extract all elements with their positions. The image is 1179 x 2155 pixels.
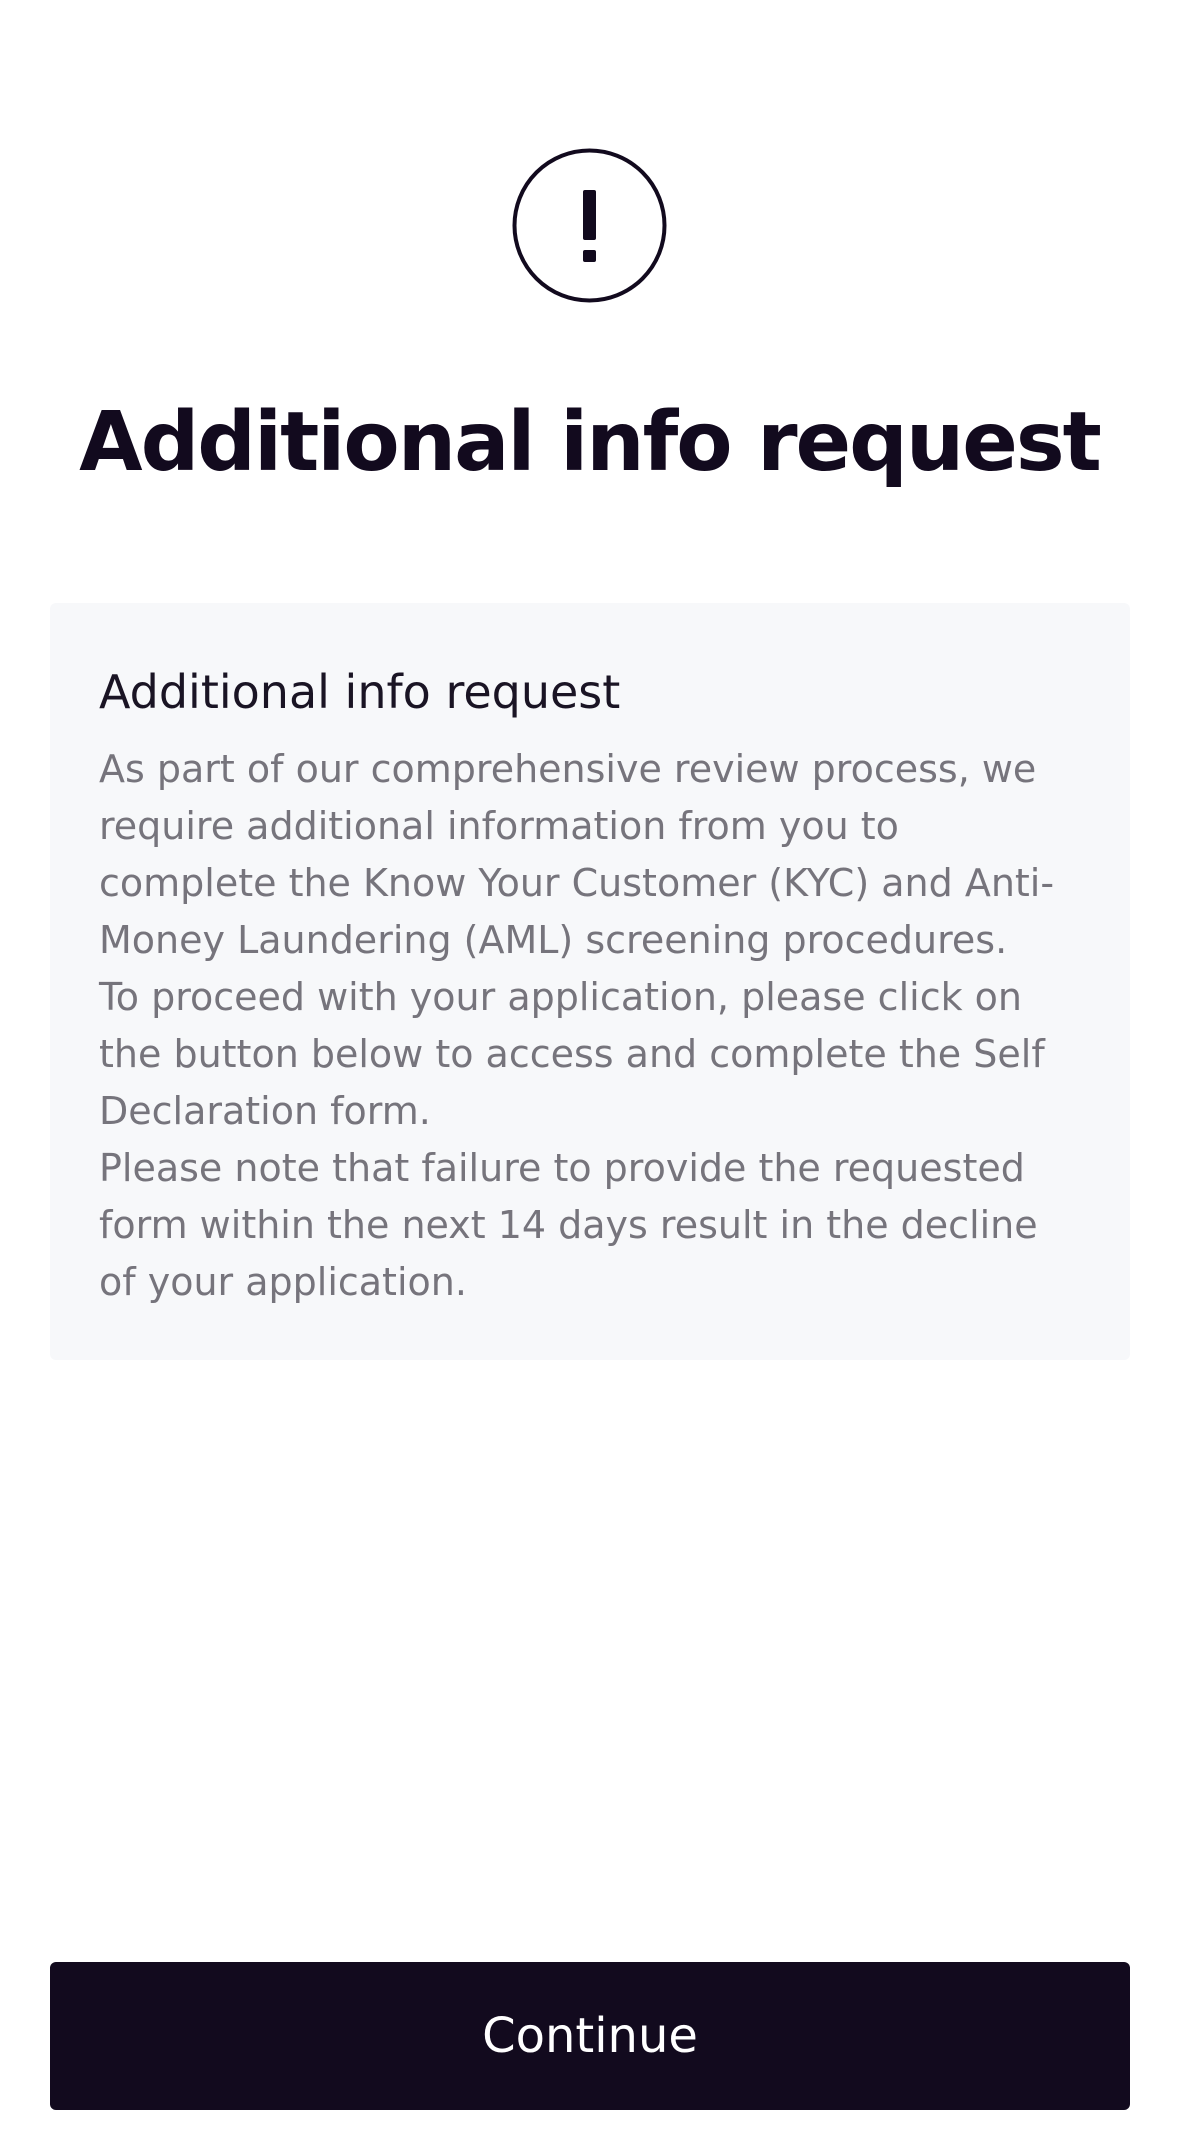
card-paragraph-decline-notice: Please note that failure to provide the … (99, 1146, 1038, 1304)
info-card: Additional info request As part of our c… (50, 603, 1130, 1360)
card-title: Additional info request (99, 665, 621, 719)
page-title: Additional info request (79, 395, 1102, 490)
continue-button[interactable]: Continue (50, 1962, 1130, 2110)
exclamation-circle-icon (512, 148, 667, 303)
card-paragraph-proceed: To proceed with your application, please… (99, 975, 1045, 1133)
card-paragraph-kyc: As part of our comprehensive review proc… (99, 747, 1055, 962)
